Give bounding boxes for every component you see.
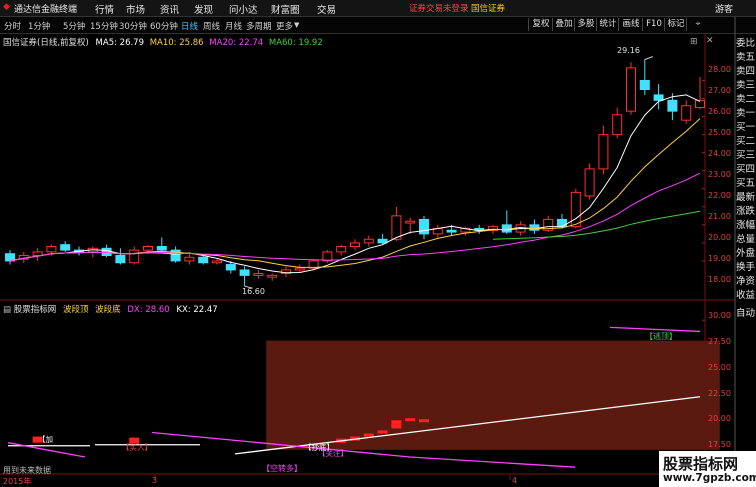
candle-body: [598, 134, 609, 170]
sub-y-tick: 17.50: [708, 440, 731, 449]
candle-body: [612, 114, 623, 136]
candle-body: [405, 220, 416, 224]
attention-label: 【关注】: [318, 449, 348, 458]
candle-body: [184, 256, 195, 262]
candle-body: [239, 269, 250, 276]
candle-body: [198, 256, 209, 264]
candle-body: [570, 191, 581, 228]
side-sell5[interactable]: 卖五: [736, 51, 756, 65]
month-label: 3: [152, 476, 158, 485]
candle-body: [626, 67, 636, 112]
side-sell4[interactable]: 卖四: [736, 65, 756, 79]
top-signal-label: 【逃顶】: [645, 332, 677, 341]
candle-body: [584, 168, 595, 197]
candle-body: [529, 224, 540, 231]
main-y-tick: 27.00: [708, 86, 731, 95]
low-price-label: 16.60: [242, 287, 265, 296]
buy-signal-label: 【买入】: [122, 443, 152, 452]
side-buy3[interactable]: 买三: [736, 149, 756, 163]
high-price-label: 29.16: [617, 46, 640, 55]
sub-y-tick: 22.50: [708, 389, 731, 398]
candle-body: [253, 273, 264, 276]
side-buy5[interactable]: 买五: [736, 177, 756, 191]
candle-body: [639, 79, 650, 91]
high-marker: [644, 56, 653, 61]
side-eps[interactable]: 收益: [736, 289, 756, 303]
sub-y-tick: 27.50: [708, 337, 731, 346]
main-y-tick: 20.00: [708, 233, 731, 242]
candle-body: [115, 255, 126, 264]
candle-body: [363, 238, 374, 244]
candle-body: [294, 267, 305, 271]
buy-signal-label: 【加: [38, 435, 53, 444]
side-buy2[interactable]: 买二: [736, 135, 756, 149]
signal-bar: [419, 419, 429, 423]
candle-body: [60, 244, 71, 251]
side-volume[interactable]: 总量: [736, 233, 756, 247]
side-sell2[interactable]: 卖二: [736, 93, 756, 107]
main-y-tick: 24.00: [708, 149, 731, 158]
sub-y-tick: 30.00: [708, 311, 731, 320]
main-y-tick: 26.00: [708, 107, 731, 116]
main-y-tick: 25.00: [708, 128, 731, 137]
candle-body: [681, 105, 692, 121]
candle-body: [391, 215, 402, 240]
main-y-tick: 19.00: [708, 254, 731, 263]
month-label: 4: [512, 476, 518, 485]
sub-y-tick: 20.00: [708, 414, 731, 423]
side-weibi[interactable]: 委比: [736, 37, 756, 51]
side-outer[interactable]: 外盘: [736, 247, 756, 261]
side-auto[interactable]: 自动: [736, 307, 756, 321]
candle-body: [419, 218, 429, 235]
candle-body: [225, 264, 236, 271]
candle-body: [267, 274, 278, 278]
reversal-label: 【空转多】: [262, 464, 302, 473]
side-netasset[interactable]: 净资: [736, 275, 756, 289]
bull-zone: [266, 340, 720, 450]
side-sell1[interactable]: 卖一: [736, 107, 756, 121]
candle-body: [336, 245, 347, 253]
side-latest[interactable]: 最新: [736, 191, 756, 205]
main-y-tick: 21.00: [708, 212, 731, 221]
watermark-url: www.7gpzb.com: [663, 472, 756, 484]
candle-body: [377, 238, 388, 244]
signal-bar: [377, 430, 388, 434]
candle-body: [46, 245, 57, 253]
signal-bar: [405, 418, 416, 422]
year-label: 2015年: [3, 477, 32, 486]
candle-body: [653, 94, 664, 101]
candle-body: [212, 260, 222, 264]
candle-body: [446, 229, 457, 233]
main-y-tick: 28.00: [708, 65, 731, 74]
signal-bar: [363, 433, 374, 437]
price-chart[interactable]: [0, 0, 756, 487]
main-y-tick: 18.00: [708, 275, 731, 284]
side-turnover[interactable]: 换手: [736, 261, 756, 275]
candle-body: [557, 218, 567, 228]
side-buy1[interactable]: 买一: [736, 121, 756, 135]
candle-body: [129, 249, 140, 264]
candle-body: [667, 99, 678, 112]
candle-body: [32, 251, 43, 257]
watermark: 股票指标网 www.7gpzb.com: [659, 451, 756, 487]
side-sell3[interactable]: 卖三: [736, 79, 756, 93]
candle-body: [143, 245, 153, 251]
side-pct[interactable]: 涨幅: [736, 219, 756, 233]
candle-body: [156, 245, 167, 251]
candle-body: [695, 99, 705, 109]
main-y-tick: 23.00: [708, 170, 731, 179]
side-change[interactable]: 涨跌: [736, 205, 756, 219]
candle-body: [350, 242, 360, 247]
watermark-title: 股票指标网: [663, 455, 739, 473]
signal-bar: [391, 420, 402, 429]
main-y-tick: 22.00: [708, 191, 731, 200]
side-buy4[interactable]: 买四: [736, 163, 756, 177]
candle-body: [101, 247, 112, 257]
sub-y-tick: 25.00: [708, 363, 731, 372]
future-data-hint: 用到未来数据: [3, 466, 51, 475]
